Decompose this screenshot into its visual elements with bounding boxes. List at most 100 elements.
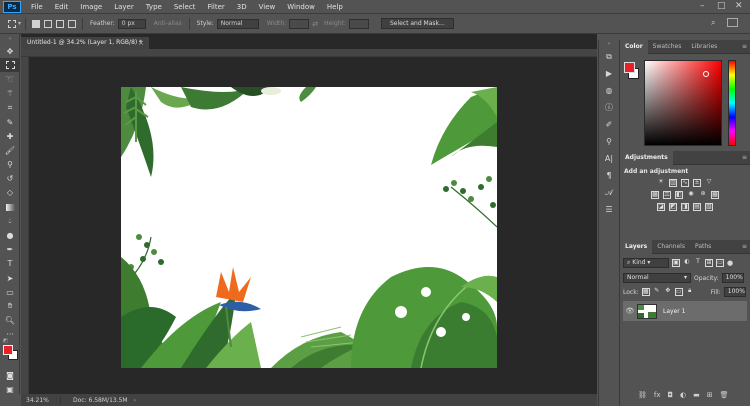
maximize-button[interactable]: □ bbox=[717, 1, 726, 11]
panel-menu-icon[interactable]: ≡ bbox=[742, 43, 747, 50]
color-field[interactable] bbox=[644, 60, 722, 146]
status-menu-arrow-icon[interactable]: › bbox=[134, 397, 136, 404]
tab-swatches[interactable]: Swatches bbox=[648, 40, 687, 54]
antialias-checkbox[interactable]: Anti-alias bbox=[154, 20, 182, 27]
filter-toggle-icon[interactable]: ● bbox=[727, 259, 733, 267]
filter-adjustment-icon[interactable]: ◐ bbox=[683, 259, 691, 267]
magic-wand-tool-icon[interactable]: ⚚ bbox=[0, 87, 20, 101]
brightness-contrast-icon[interactable]: ☀ bbox=[657, 179, 665, 187]
width-input[interactable] bbox=[289, 18, 310, 29]
color-picker-handle[interactable] bbox=[703, 71, 709, 77]
properties-panel-icon[interactable]: ☰ bbox=[599, 201, 619, 218]
curves-icon[interactable]: ∿ bbox=[681, 179, 689, 187]
shape-tool-icon[interactable]: ▭ bbox=[0, 285, 20, 299]
menu-layer[interactable]: Layer bbox=[108, 3, 140, 11]
menu-file[interactable]: File bbox=[25, 3, 49, 11]
selective-color-icon[interactable]: ▧ bbox=[705, 203, 713, 211]
minimize-button[interactable]: – bbox=[700, 1, 705, 11]
clone-source-icon[interactable]: ⚲ bbox=[599, 133, 619, 150]
select-and-mask-button[interactable]: Select and Mask... bbox=[380, 18, 454, 29]
brush-settings-icon[interactable]: ✐ bbox=[599, 116, 619, 133]
layer-name[interactable]: Layer 1 bbox=[663, 308, 685, 315]
move-tool-icon[interactable]: ✥ bbox=[0, 44, 20, 58]
lock-artboard-icon[interactable]: ▭ bbox=[674, 288, 683, 296]
menu-edit[interactable]: Edit bbox=[49, 3, 75, 11]
visibility-eye-icon[interactable]: 👁︎ bbox=[623, 307, 637, 315]
blur-tool-icon[interactable]: 💧︎ bbox=[0, 214, 20, 228]
glyphs-panel-icon[interactable]: 𝒜 bbox=[599, 184, 619, 201]
brush-tool-icon[interactable]: 🖌︎ bbox=[0, 143, 20, 157]
document-canvas[interactable] bbox=[121, 87, 497, 368]
style-select[interactable]: Normal bbox=[216, 18, 259, 29]
gradient-tool-icon[interactable] bbox=[0, 200, 20, 214]
color-lookup-icon[interactable]: ▦ bbox=[711, 191, 719, 199]
crop-tool-icon[interactable]: ⌗ bbox=[0, 101, 20, 115]
actions-panel-icon[interactable]: ▶ bbox=[599, 65, 619, 82]
filter-shape-icon[interactable]: ⊞ bbox=[705, 259, 713, 267]
healing-brush-tool-icon[interactable]: ✚ bbox=[0, 129, 20, 143]
tab-layers[interactable]: Layers bbox=[620, 239, 653, 254]
zoom-tool-icon[interactable]: 🔍︎ bbox=[0, 314, 20, 328]
panel-collapse-icon[interactable]: » bbox=[0, 34, 20, 44]
chevron-down-icon[interactable]: ▾ bbox=[18, 20, 21, 27]
panel-menu-icon[interactable]: ≡ bbox=[742, 243, 747, 250]
paragraph-panel-icon[interactable]: ¶ bbox=[599, 167, 619, 184]
zoom-level[interactable]: 34.21% bbox=[21, 396, 61, 404]
lock-image-icon[interactable]: ✎ bbox=[653, 288, 661, 296]
eyedropper-tool-icon[interactable]: ✎ bbox=[0, 115, 20, 129]
clone-stamp-tool-icon[interactable]: ⚲ bbox=[0, 158, 20, 172]
default-colors-icon[interactable]: ◩ bbox=[3, 338, 8, 344]
menu-view[interactable]: View bbox=[253, 3, 282, 11]
add-selection-icon[interactable] bbox=[44, 19, 53, 28]
menu-image[interactable]: Image bbox=[74, 3, 108, 11]
posterize-icon[interactable]: ◩ bbox=[669, 203, 677, 211]
opacity-input[interactable]: 100% bbox=[721, 273, 744, 283]
link-layers-icon[interactable]: ⛓ bbox=[638, 391, 647, 399]
new-group-icon[interactable]: ▬ bbox=[693, 391, 700, 399]
new-selection-icon[interactable] bbox=[32, 19, 41, 28]
kind-filter-select[interactable]: ⌕ Kind ▾ bbox=[623, 258, 669, 268]
invert-icon[interactable]: ◪ bbox=[657, 203, 665, 211]
fill-input[interactable]: 100% bbox=[723, 287, 746, 297]
new-adjustment-layer-icon[interactable]: ◐ bbox=[680, 391, 686, 399]
type-tool-icon[interactable]: T bbox=[0, 257, 20, 271]
filter-pixel-icon[interactable]: ▣ bbox=[672, 259, 680, 267]
tab-paths[interactable]: Paths bbox=[690, 240, 716, 254]
levels-icon[interactable]: ▥ bbox=[669, 179, 677, 187]
strip-collapse-icon[interactable]: « bbox=[599, 40, 619, 48]
foreground-color-swatch[interactable] bbox=[3, 344, 13, 355]
menu-type[interactable]: Type bbox=[140, 3, 168, 11]
lasso-tool-icon[interactable]: ➰ bbox=[0, 72, 20, 86]
path-selection-tool-icon[interactable]: ➤ bbox=[0, 271, 20, 285]
info-panel-icon[interactable]: ⓘ bbox=[599, 99, 619, 116]
vibrance-icon[interactable]: ▽ bbox=[705, 179, 713, 187]
menu-filter[interactable]: Filter bbox=[201, 3, 230, 11]
subtract-selection-icon[interactable] bbox=[56, 19, 65, 28]
add-mask-icon[interactable]: ◘ bbox=[668, 391, 674, 399]
hue-saturation-icon[interactable]: ▦ bbox=[651, 191, 659, 199]
color-balance-icon[interactable]: ⚖ bbox=[663, 191, 671, 199]
menu-3d[interactable]: 3D bbox=[231, 3, 253, 11]
eraser-tool-icon[interactable]: ◇ bbox=[0, 186, 20, 200]
marquee-tool-preset-icon[interactable] bbox=[8, 19, 16, 28]
lock-transparent-icon[interactable]: ▦ bbox=[641, 288, 650, 296]
feather-input[interactable]: 0 px bbox=[117, 18, 146, 29]
menu-select[interactable]: Select bbox=[168, 3, 202, 11]
menu-window[interactable]: Window bbox=[281, 3, 321, 11]
hue-slider[interactable] bbox=[728, 60, 736, 146]
history-brush-tool-icon[interactable]: ↺ bbox=[0, 172, 20, 186]
color-palette-icon[interactable]: ◍ bbox=[599, 82, 619, 99]
close-window-button[interactable]: ✕ bbox=[735, 1, 743, 11]
tab-libraries[interactable]: Libraries bbox=[686, 40, 722, 54]
filter-smart-object-icon[interactable]: ▭ bbox=[716, 259, 724, 267]
screen-mode-icon[interactable]: ▣ bbox=[0, 382, 20, 396]
panel-menu-icon[interactable]: ≡ bbox=[742, 154, 747, 161]
dodge-tool-icon[interactable]: ● bbox=[0, 228, 20, 242]
character-panel-icon[interactable]: A| bbox=[599, 150, 619, 167]
rectangular-marquee-tool-icon[interactable] bbox=[0, 58, 20, 73]
pen-tool-icon[interactable]: ✒ bbox=[0, 243, 20, 257]
tab-channels[interactable]: Channels bbox=[652, 240, 690, 254]
tab-adjustments[interactable]: Adjustments bbox=[620, 150, 673, 165]
history-panel-icon[interactable]: ⧉ bbox=[599, 48, 619, 65]
channel-mixer-icon[interactable]: ⊛ bbox=[699, 191, 707, 199]
